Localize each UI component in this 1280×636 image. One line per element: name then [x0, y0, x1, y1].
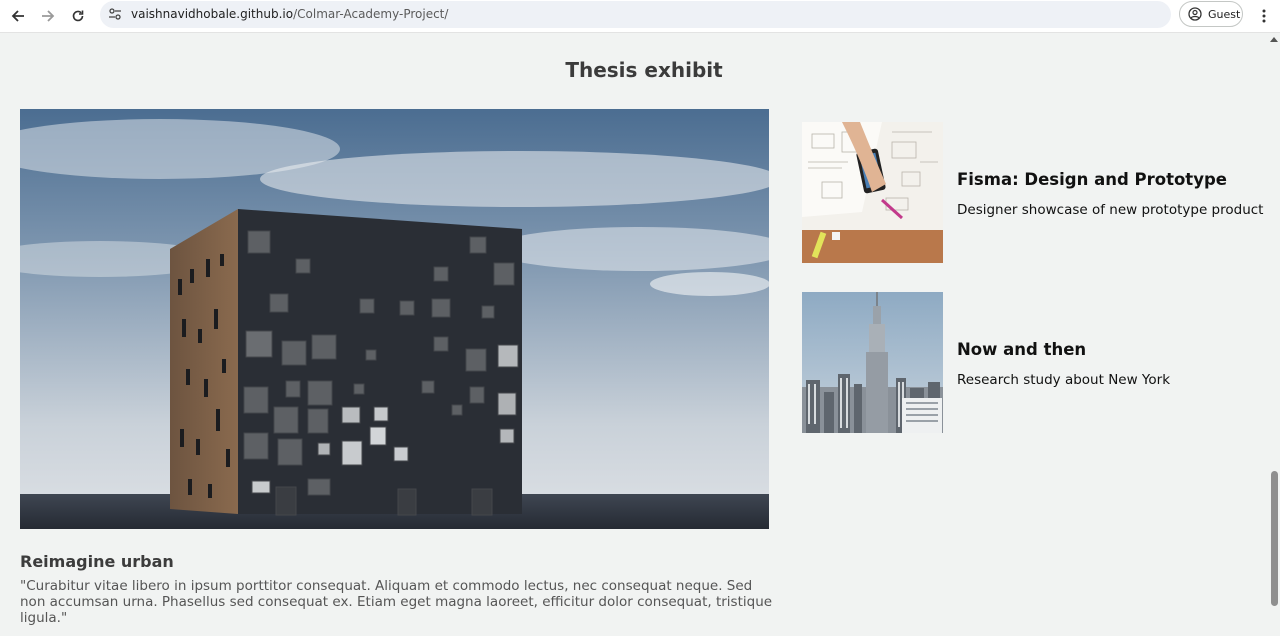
browser-toolbar: vaishnavidhobale.github.io/Colmar-Academ…	[0, 0, 1280, 33]
building-illustration	[20, 109, 769, 529]
page-scrollbar[interactable]	[1268, 33, 1280, 636]
reload-icon	[72, 10, 84, 22]
profile-label: Guest	[1208, 8, 1241, 21]
site-info-icon[interactable]	[108, 7, 122, 21]
hero-image[interactable]	[20, 109, 769, 529]
back-button[interactable]	[6, 4, 30, 28]
reload-button[interactable]	[66, 4, 90, 28]
card-text-newyork: Research study about New York	[957, 372, 1171, 388]
back-arrow-icon	[11, 10, 24, 22]
section-title: Thesis exhibit	[565, 58, 723, 82]
scroll-up-arrow-icon[interactable]	[1270, 37, 1278, 42]
card-image-design[interactable]	[802, 122, 943, 263]
url-host: vaishnavidhobale.github.io	[131, 7, 294, 21]
card-image-newyork[interactable]	[802, 292, 943, 433]
new-york-skyline-image	[802, 292, 943, 433]
hero-title: Reimagine urban	[20, 552, 174, 571]
more-vert-icon	[1262, 9, 1266, 23]
browser-menu-button[interactable]	[1254, 4, 1274, 28]
scroll-thumb[interactable]	[1271, 471, 1278, 606]
profile-button[interactable]: Guest	[1179, 1, 1243, 27]
address-bar[interactable]: vaishnavidhobale.github.io/Colmar-Academ…	[100, 1, 1171, 28]
design-desk-image	[802, 122, 943, 263]
hero-description: "Curabitur vitae libero in ipsum porttit…	[20, 578, 773, 626]
card-title-design[interactable]: Fisma: Design and Prototype	[957, 170, 1227, 189]
profile-icon	[1188, 7, 1202, 21]
card-title-newyork[interactable]: Now and then	[957, 340, 1086, 359]
url-path: /Colmar-Academy-Project/	[293, 7, 449, 21]
card-text-design: Designer showcase of new prototype produ…	[957, 202, 1264, 218]
url-text: vaishnavidhobale.github.io/Colmar-Academ…	[131, 7, 448, 21]
forward-arrow-icon	[42, 10, 55, 22]
forward-button[interactable]	[36, 4, 60, 28]
